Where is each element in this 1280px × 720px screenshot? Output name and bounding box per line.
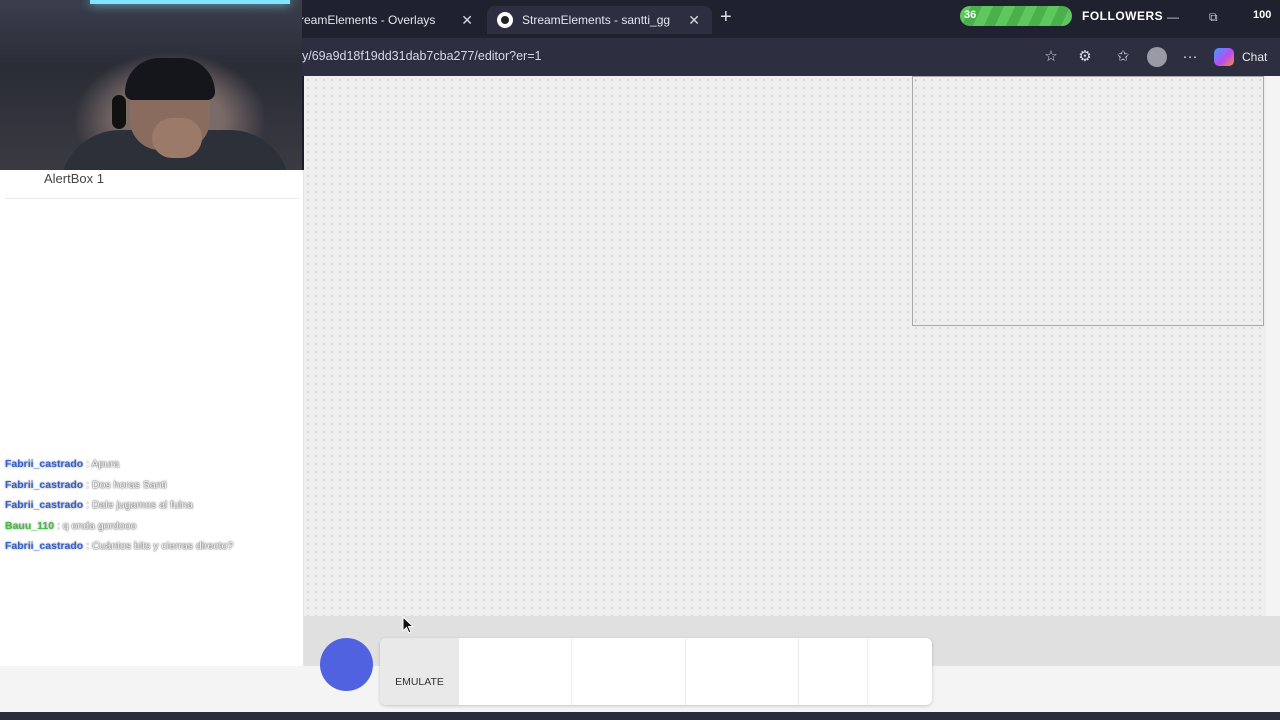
chat-message: Bauu_110 : q onda gordooo — [5, 520, 233, 541]
emulate-label: EMULATE — [395, 676, 444, 688]
toolbar-slot[interactable] — [798, 638, 799, 705]
chat-username: Fabrii_castrado — [5, 458, 84, 470]
bottom-edge — [0, 712, 1280, 720]
emulate-button[interactable]: EMULATE — [380, 638, 459, 705]
led-light — [90, 0, 290, 4]
tab-overlays[interactable]: reamElements - Overlays ✕ — [300, 6, 485, 34]
widget-corner-mark: ▪ — [915, 78, 917, 83]
panel-divider — [5, 198, 299, 199]
chat-username: Fabrii_castrado — [5, 499, 84, 511]
followers-progress-bar — [960, 6, 1072, 26]
close-icon[interactable]: ✕ — [461, 12, 473, 29]
copilot-icon — [1214, 48, 1234, 66]
chat-username: Fabrii_castrado — [5, 540, 84, 552]
star-icon[interactable]: ☆ — [1041, 47, 1061, 67]
widget-settings-panel: AlertBox 1 — [0, 170, 304, 666]
emulate-toolbar: EMULATE — [380, 638, 932, 705]
canvas-scrollbar[interactable] — [1266, 76, 1280, 616]
chat-username: Bauu_110 — [5, 519, 55, 532]
close-icon[interactable]: ✕ — [688, 12, 700, 29]
minimize-icon[interactable]: — — [1167, 10, 1179, 24]
chat-message: Fabrii_castrado : Apura — [5, 458, 233, 479]
chat-text: : Apura — [86, 458, 120, 470]
chat-text: : Dale jugamos al fulna — [86, 499, 193, 511]
url-field[interactable]: y/69a9d18f19dd31dab7cba277/editor?er=1 — [302, 49, 541, 63]
streamer-hand — [152, 118, 202, 158]
toolbar-slot[interactable] — [867, 638, 868, 705]
widget-corner-mark: ▪ — [915, 319, 917, 324]
chat-message: Fabrii_castrado : Cuántos bits y cierras… — [5, 540, 233, 561]
streamer-cap — [125, 58, 215, 100]
favorites-icon[interactable]: ✩ — [1113, 47, 1133, 67]
followers-goal: 100 — [1253, 9, 1272, 21]
chat-message: Fabrii_castrado : Dale jugamos al fulna — [5, 499, 233, 520]
tab-label: reamElements - Overlays — [300, 13, 436, 27]
mouse-cursor-icon — [402, 616, 414, 634]
profile-avatar[interactable] — [1147, 47, 1167, 67]
tab-santti-gg[interactable]: StreamElements - santti_gg ✕ — [487, 6, 712, 34]
toolbar-slot[interactable] — [685, 638, 686, 705]
chat-text: : Cuántos bits y cierras directo? — [86, 540, 234, 552]
toolbar-slot[interactable] — [571, 638, 572, 705]
extensions-icon[interactable]: ⚙ — [1075, 47, 1095, 67]
chat-label: Chat — [1242, 50, 1268, 64]
followers-label: FOLLOWERS — [1082, 9, 1164, 23]
webcam-overlay — [0, 0, 302, 170]
panel-title: AlertBox 1 — [44, 171, 104, 186]
chat-overlay: Fabrii_castrado : Apura Fabrii_castrado … — [5, 458, 233, 561]
headset — [112, 95, 126, 129]
chat-username: Fabrii_castrado — [5, 478, 84, 491]
copilot-chat-button[interactable]: Chat — [1214, 46, 1267, 68]
streamelements-icon — [497, 12, 513, 28]
screen: reamElements - Overlays ✕ StreamElements… — [0, 0, 1280, 720]
new-tab-button[interactable]: + — [720, 6, 732, 29]
more-icon[interactable]: ··· — [1180, 47, 1200, 67]
chat-message: Fabrii_castrado : Dos horas Santi — [5, 479, 233, 500]
followers-count: 36 — [964, 9, 977, 21]
widget-color-button[interactable] — [320, 638, 373, 691]
restore-icon[interactable]: ⧉ — [1209, 10, 1218, 25]
tab-label: StreamElements - santti_gg — [522, 13, 671, 27]
alertbox-widget-frame[interactable]: ▪ ▪ — [912, 76, 1264, 326]
chat-text: : q onda gordooo — [56, 519, 137, 532]
chat-text: : Dos horas Santi — [86, 478, 167, 491]
